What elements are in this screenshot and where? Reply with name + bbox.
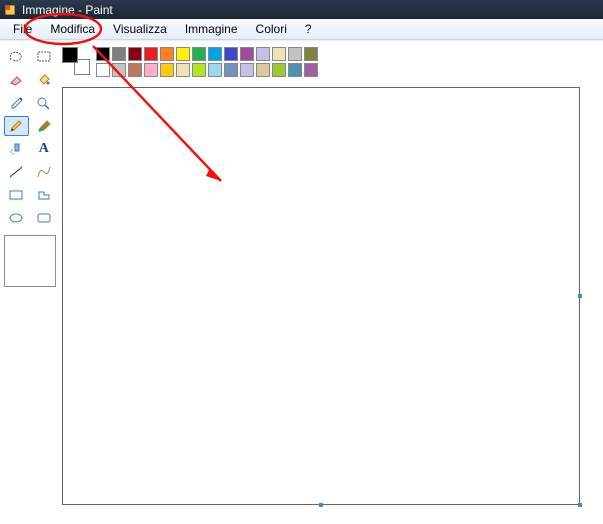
menu-image[interactable]: Immagine <box>176 19 247 39</box>
draw-canvas[interactable] <box>62 87 580 505</box>
tool-brush[interactable] <box>32 116 57 136</box>
palette-color[interactable] <box>96 47 110 61</box>
palette-color[interactable] <box>256 63 270 77</box>
palette-color[interactable] <box>112 47 126 61</box>
palette-color[interactable] <box>224 47 238 61</box>
title-text: Immagine - Paint <box>22 3 113 17</box>
palette-area <box>62 47 318 77</box>
tool-line[interactable] <box>4 162 29 182</box>
tool-magnifier[interactable] <box>32 93 57 113</box>
palette-color[interactable] <box>288 47 302 61</box>
menu-view[interactable]: Visualizza <box>104 19 176 39</box>
tool-text[interactable]: A <box>32 139 57 159</box>
work-area: A <box>0 40 603 524</box>
app-icon <box>4 4 16 16</box>
tool-pick-color[interactable] <box>4 93 29 113</box>
palette-color[interactable] <box>144 47 158 61</box>
menu-file[interactable]: File <box>4 19 41 39</box>
palette-color[interactable] <box>304 47 318 61</box>
tool-fill[interactable] <box>32 70 57 90</box>
tool-preview-box <box>4 235 56 287</box>
palette-color[interactable] <box>240 63 254 77</box>
tool-rect-select[interactable] <box>32 47 57 67</box>
palette-color[interactable] <box>96 63 110 77</box>
current-colors[interactable] <box>62 47 90 75</box>
foreground-color-swatch[interactable] <box>62 47 78 63</box>
palette-color[interactable] <box>192 63 206 77</box>
palette-color[interactable] <box>160 47 174 61</box>
palette-color[interactable] <box>144 63 158 77</box>
resize-handle-e[interactable] <box>578 294 582 298</box>
tool-eraser[interactable] <box>4 70 29 90</box>
menu-edit[interactable]: Modifica <box>41 19 104 39</box>
palette-color[interactable] <box>240 47 254 61</box>
color-palette <box>96 47 318 77</box>
palette-color[interactable] <box>128 63 142 77</box>
palette-color[interactable] <box>272 47 286 61</box>
tool-pencil[interactable] <box>4 116 29 136</box>
palette-color[interactable] <box>128 47 142 61</box>
palette-color[interactable] <box>176 47 190 61</box>
palette-color[interactable] <box>256 47 270 61</box>
tool-ellipse[interactable] <box>4 208 29 228</box>
palette-color[interactable] <box>224 63 238 77</box>
palette-color[interactable] <box>288 63 302 77</box>
tool-box: A <box>0 41 60 293</box>
tool-airbrush[interactable] <box>4 139 29 159</box>
menu-bar: File Modifica Visualizza Immagine Colori… <box>0 19 603 40</box>
palette-color[interactable] <box>112 63 126 77</box>
canvas-container <box>62 87 580 505</box>
title-bar: Immagine - Paint <box>0 0 603 19</box>
palette-color[interactable] <box>208 63 222 77</box>
text-icon: A <box>39 141 49 157</box>
tool-curve[interactable] <box>32 162 57 182</box>
palette-color[interactable] <box>192 47 206 61</box>
menu-help[interactable]: ? <box>296 19 321 39</box>
resize-handle-s[interactable] <box>319 503 323 507</box>
tool-rectangle[interactable] <box>4 185 29 205</box>
tool-rounded-rect[interactable] <box>32 208 57 228</box>
resize-handle-se[interactable] <box>578 503 582 507</box>
palette-color[interactable] <box>272 63 286 77</box>
palette-color[interactable] <box>160 63 174 77</box>
tool-free-select[interactable] <box>4 47 29 67</box>
palette-color[interactable] <box>176 63 190 77</box>
palette-color[interactable] <box>208 47 222 61</box>
palette-color[interactable] <box>304 63 318 77</box>
tool-polygon[interactable] <box>32 185 57 205</box>
menu-colors[interactable]: Colori <box>247 19 296 39</box>
